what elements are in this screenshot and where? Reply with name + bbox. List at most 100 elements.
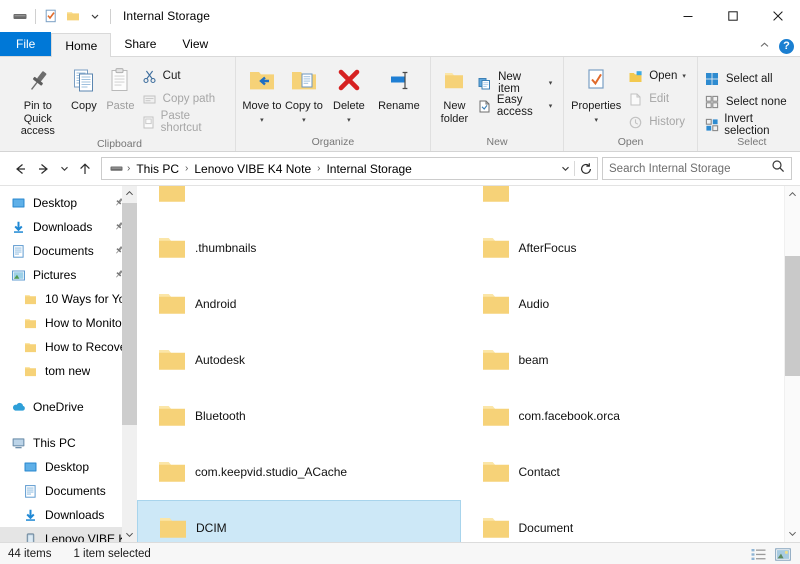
breadcrumb-separator[interactable]: › — [125, 163, 132, 174]
scroll-down-icon[interactable] — [122, 527, 137, 542]
copy-path-button[interactable]: Copy path — [141, 89, 229, 109]
file-grid: .thumbnails AfterFocus Android Audio Aut… — [137, 186, 784, 542]
scroll-up-icon[interactable] — [122, 186, 137, 201]
pictures-icon — [10, 267, 27, 284]
sidebar-item-how-to-recover[interactable]: How to Recover — [0, 335, 137, 359]
paste-shortcut-label: Paste shortcut — [160, 110, 202, 134]
file-list-scroll-thumb[interactable] — [785, 256, 800, 376]
edit-icon — [627, 91, 644, 108]
file-row-partial — [137, 186, 784, 220]
folder-icon — [149, 459, 195, 485]
list-item[interactable]: Audio — [461, 276, 785, 332]
pin-to-quick-access-button[interactable]: Pin to Quick access — [10, 61, 66, 138]
list-item[interactable]: .thumbnails — [137, 220, 461, 276]
file-list-scrollbar[interactable] — [784, 186, 800, 542]
breadcrumb-item-internal-storage[interactable]: Internal Storage — [322, 162, 415, 176]
list-item[interactable]: AfterFocus — [461, 220, 785, 276]
sidebar-item-pictures[interactable]: Pictures — [0, 263, 137, 287]
help-icon[interactable]: ? — [779, 39, 794, 54]
invert-selection-button[interactable]: Invert selection — [704, 113, 800, 137]
select-all-label: Select all — [725, 73, 773, 85]
new-item-button[interactable]: New item ▾ — [477, 71, 558, 95]
tab-file[interactable]: File — [0, 32, 52, 56]
copy-button[interactable]: Copy — [66, 61, 103, 113]
select-none-button[interactable]: Select none — [704, 92, 800, 112]
sidebar-item-tom-new[interactable]: tom new — [0, 359, 137, 383]
list-item[interactable]: Android — [137, 276, 461, 332]
list-item[interactable]: beam — [461, 332, 785, 388]
paste-shortcut-button[interactable]: Paste shortcut — [141, 110, 229, 134]
tab-view[interactable]: View — [169, 32, 221, 56]
sidebar-item-desktop-pc[interactable]: Desktop — [0, 455, 137, 479]
recent-locations-chevron-icon[interactable] — [56, 157, 73, 181]
delete-button[interactable]: Delete ▾ — [325, 61, 373, 127]
history-button[interactable]: History — [627, 112, 692, 132]
large-icons-view-icon[interactable] — [774, 546, 792, 563]
breadcrumb-item-this-pc[interactable]: This PC — [132, 162, 183, 176]
new-folder-icon[interactable] — [62, 5, 84, 27]
search-box[interactable] — [602, 157, 792, 180]
list-item[interactable]: Bluetooth — [137, 388, 461, 444]
sidebar-item-label: Downloads — [33, 220, 93, 234]
sidebar-scroll-thumb[interactable] — [122, 203, 137, 425]
list-item[interactable] — [461, 186, 785, 220]
list-item[interactable]: Document — [461, 500, 785, 542]
sidebar-item-10-ways-for-you[interactable]: 10 Ways for You — [0, 287, 137, 311]
sidebar-item-how-to-monitor[interactable]: How to Monitor — [0, 311, 137, 335]
breadcrumb-bar[interactable]: › This PC › Lenovo VIBE K4 Note › Intern… — [101, 157, 598, 180]
chevron-up-icon[interactable] — [759, 41, 770, 52]
list-item[interactable]: Contact — [461, 444, 785, 500]
magnifier-icon[interactable] — [771, 159, 785, 178]
breadcrumb-item-device[interactable]: Lenovo VIBE K4 Note — [190, 162, 315, 176]
tab-share[interactable]: Share — [111, 32, 169, 56]
sidebar-item-lenovo-vibe-k4-note[interactable]: Lenovo VIBE K4 N — [0, 527, 137, 542]
minimize-button[interactable] — [665, 0, 710, 32]
tab-home[interactable]: Home — [51, 33, 112, 57]
easy-access-button[interactable]: Easy access ▾ — [477, 94, 558, 118]
breadcrumb-separator[interactable]: › — [315, 163, 322, 174]
maximize-button[interactable] — [710, 0, 755, 32]
sidebar-item-downloads[interactable]: Downloads — [0, 215, 137, 239]
sidebar-item-this-pc[interactable]: This PC — [0, 431, 137, 455]
customize-qat-chevron-icon[interactable] — [84, 5, 106, 27]
new-folder-button[interactable]: New folder — [436, 61, 473, 125]
up-arrow-icon[interactable] — [73, 157, 97, 181]
edit-button[interactable]: Edit — [627, 89, 692, 109]
pin-icon — [23, 64, 53, 98]
cut-button[interactable]: Cut — [141, 66, 229, 86]
move-to-button[interactable]: Move to ▾ — [241, 61, 283, 127]
file-list-pane[interactable]: .thumbnails AfterFocus Android Audio Aut… — [137, 186, 800, 542]
sidebar-item-onedrive[interactable]: OneDrive — [0, 395, 137, 419]
sidebar-item-documents[interactable]: Documents — [0, 239, 137, 263]
select-all-button[interactable]: Select all — [704, 69, 800, 89]
sidebar-item-downloads-pc[interactable]: Downloads — [0, 503, 137, 527]
list-item-selected[interactable]: DCIM — [137, 500, 461, 542]
scroll-up-icon[interactable] — [785, 186, 800, 203]
properties-icon[interactable] — [40, 5, 62, 27]
ribbon-group-label-organize: Organize — [311, 136, 355, 148]
forward-arrow-icon[interactable] — [32, 157, 56, 181]
properties-button[interactable]: Properties ▾ — [569, 61, 623, 127]
sidebar-item-documents-pc[interactable]: Documents — [0, 479, 137, 503]
scroll-down-icon[interactable] — [785, 525, 800, 542]
refresh-icon[interactable] — [575, 162, 597, 176]
list-item[interactable]: com.keepvid.studio_ACache — [137, 444, 461, 500]
list-item[interactable] — [137, 186, 461, 220]
search-input[interactable] — [609, 162, 771, 175]
select-all-icon — [704, 71, 721, 88]
back-arrow-icon[interactable] — [8, 157, 32, 181]
sidebar-scrollbar[interactable] — [122, 186, 137, 542]
list-item[interactable]: Autodesk — [137, 332, 461, 388]
copy-to-button[interactable]: Copy to ▾ — [283, 61, 325, 127]
close-button[interactable] — [755, 0, 800, 32]
drive-icon[interactable] — [9, 5, 31, 27]
list-item[interactable]: com.facebook.orca — [461, 388, 785, 444]
rename-button[interactable]: Rename — [373, 61, 425, 113]
address-dropdown-icon[interactable] — [557, 163, 574, 174]
open-button[interactable]: Open ▾ — [627, 66, 692, 86]
details-view-icon[interactable] — [749, 546, 767, 563]
paste-button[interactable]: Paste — [102, 61, 139, 113]
sidebar-item-desktop[interactable]: Desktop — [0, 191, 137, 215]
onedrive-icon — [10, 399, 27, 416]
breadcrumb-separator[interactable]: › — [183, 163, 190, 174]
